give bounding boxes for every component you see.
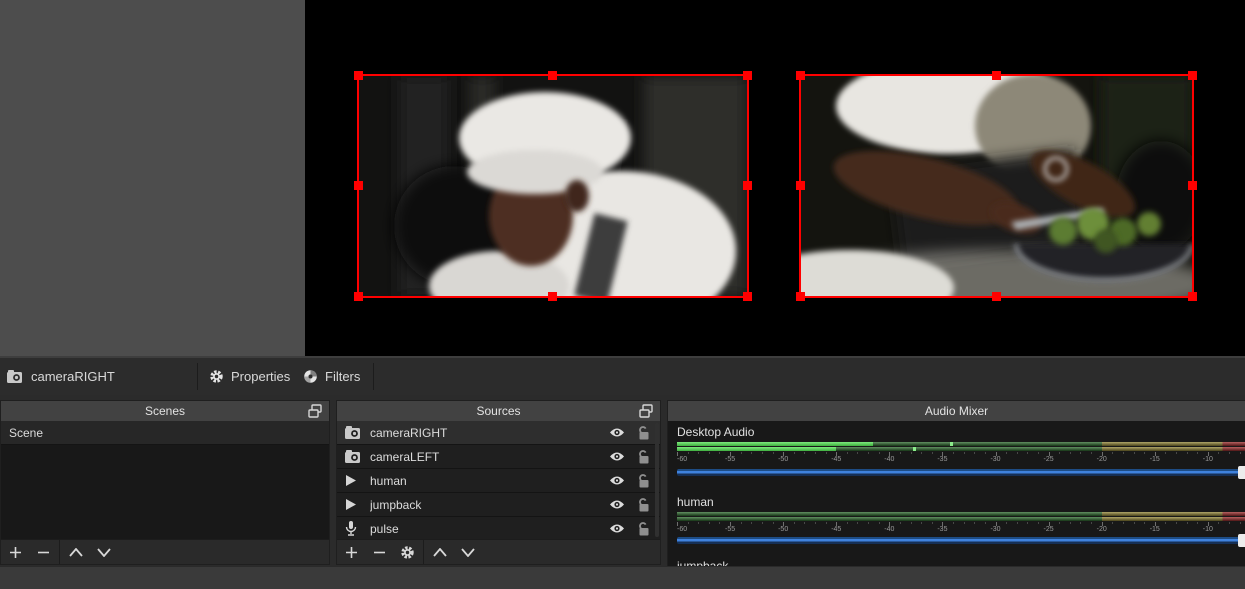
mixer-name-jumpback: jumpback (677, 559, 728, 566)
program-canvas[interactable] (305, 0, 1245, 356)
resize-handle[interactable] (354, 181, 363, 190)
volume-slider[interactable] (677, 469, 1245, 476)
media-icon (345, 497, 362, 513)
unlock-icon[interactable] (634, 498, 652, 512)
add-scene-button[interactable] (1, 540, 29, 564)
scenes-toolbar (1, 539, 329, 564)
volume-meter: -60-55-50-45-40-35-30-25-20-15-10 (677, 442, 1245, 464)
mixer-name-desktop-audio: Desktop Audio (677, 425, 754, 439)
separator (373, 363, 374, 390)
resize-handle[interactable] (796, 292, 805, 301)
slider-handle[interactable] (1238, 466, 1245, 479)
remove-source-button[interactable] (365, 540, 393, 564)
unlock-icon[interactable] (634, 474, 652, 488)
scenes-panel: Scenes Scene (0, 400, 330, 565)
scenes-title: Scenes (145, 404, 185, 418)
sources-scrollbar[interactable] (655, 423, 659, 537)
volume-slider[interactable] (677, 537, 1245, 544)
sources-toolbar (337, 539, 660, 564)
properties-button[interactable]: Properties (209, 358, 290, 395)
visibility-eye-icon[interactable] (608, 499, 626, 510)
sources-title: Sources (476, 404, 520, 418)
filters-label: Filters (325, 369, 360, 384)
separator (197, 363, 198, 390)
media-icon (345, 473, 362, 489)
resize-handle[interactable] (354, 292, 363, 301)
scenes-list: Scene (1, 421, 329, 539)
resize-handle[interactable] (743, 292, 752, 301)
mic-icon (345, 521, 362, 537)
gear-icon (209, 369, 224, 384)
remove-scene-button[interactable] (29, 540, 57, 564)
visibility-eye-icon[interactable] (608, 427, 626, 438)
visibility-eye-icon[interactable] (608, 451, 626, 462)
unlock-icon[interactable] (634, 522, 652, 536)
source-row[interactable]: cameraLEFT (337, 445, 660, 469)
source-row[interactable]: jumpback (337, 493, 660, 517)
scene-item-cameraRIGHT[interactable] (799, 74, 1194, 298)
properties-label: Properties (231, 369, 290, 384)
audio-mixer-panel: Audio Mixer Desktop Audio -60-55-50-45-4… (667, 400, 1245, 567)
move-source-up-button[interactable] (426, 540, 454, 564)
source-properties-button[interactable] (393, 540, 421, 564)
filters-button[interactable]: Filters (303, 358, 360, 395)
window-bottom-strip (0, 566, 1245, 589)
move-source-down-button[interactable] (454, 540, 482, 564)
volume-meter: -60-55-50-45-40-35-30-25-20-15-10 (677, 512, 1245, 534)
context-source-label: cameraRIGHT (31, 369, 115, 384)
resize-handle[interactable] (796, 181, 805, 190)
add-source-button[interactable] (337, 540, 365, 564)
camera-icon (7, 370, 24, 383)
separator (59, 540, 60, 564)
resize-handle[interactable] (354, 71, 363, 80)
resize-handle[interactable] (743, 181, 752, 190)
move-scene-up-button[interactable] (62, 540, 90, 564)
popout-icon[interactable] (639, 404, 653, 418)
scenes-panel-header: Scenes (1, 401, 329, 421)
filters-icon (303, 369, 318, 384)
unlock-icon[interactable] (634, 450, 652, 464)
video-thumbnail-chef (359, 76, 747, 296)
sources-panel: Sources cameraRIGHTcameraLEFThumanjumpba… (336, 400, 661, 565)
resize-handle[interactable] (992, 292, 1001, 301)
source-row[interactable]: human (337, 469, 660, 493)
resize-handle[interactable] (796, 71, 805, 80)
slider-handle[interactable] (1238, 534, 1245, 547)
source-row[interactable]: pulse (337, 517, 660, 539)
audio-mixer-body: Desktop Audio -60-55-50-45-40-35-30-25-2… (668, 421, 1245, 566)
source-context-toolbar: cameraRIGHT Properties Filters (0, 356, 1245, 395)
resize-handle[interactable] (992, 71, 1001, 80)
camera-icon (345, 449, 362, 465)
resize-handle[interactable] (1188, 292, 1197, 301)
visibility-eye-icon[interactable] (608, 523, 626, 534)
mixer-name-human: human (677, 495, 714, 509)
scene-row[interactable]: Scene (1, 421, 329, 445)
sources-list: cameraRIGHTcameraLEFThumanjumpbackpulse (337, 421, 660, 539)
obs-main-window: cameraRIGHT Properties Filters Scenes (0, 0, 1245, 589)
video-thumbnail-cooking (801, 76, 1192, 296)
preview-area (0, 0, 1245, 356)
audio-mixer-header: Audio Mixer (668, 401, 1245, 421)
camera-icon (345, 425, 362, 441)
source-row[interactable]: cameraRIGHT (337, 421, 660, 445)
resize-handle[interactable] (1188, 71, 1197, 80)
audio-mixer-title: Audio Mixer (925, 404, 988, 418)
resize-handle[interactable] (1188, 181, 1197, 190)
separator (423, 540, 424, 564)
move-scene-down-button[interactable] (90, 540, 118, 564)
resize-handle[interactable] (743, 71, 752, 80)
resize-handle[interactable] (548, 292, 557, 301)
context-selected-source: cameraRIGHT (7, 358, 115, 395)
popout-icon[interactable] (308, 404, 322, 418)
visibility-eye-icon[interactable] (608, 475, 626, 486)
scene-item-cameraLEFT[interactable] (357, 74, 749, 298)
sources-panel-header: Sources (337, 401, 660, 421)
unlock-icon[interactable] (634, 426, 652, 440)
resize-handle[interactable] (548, 71, 557, 80)
